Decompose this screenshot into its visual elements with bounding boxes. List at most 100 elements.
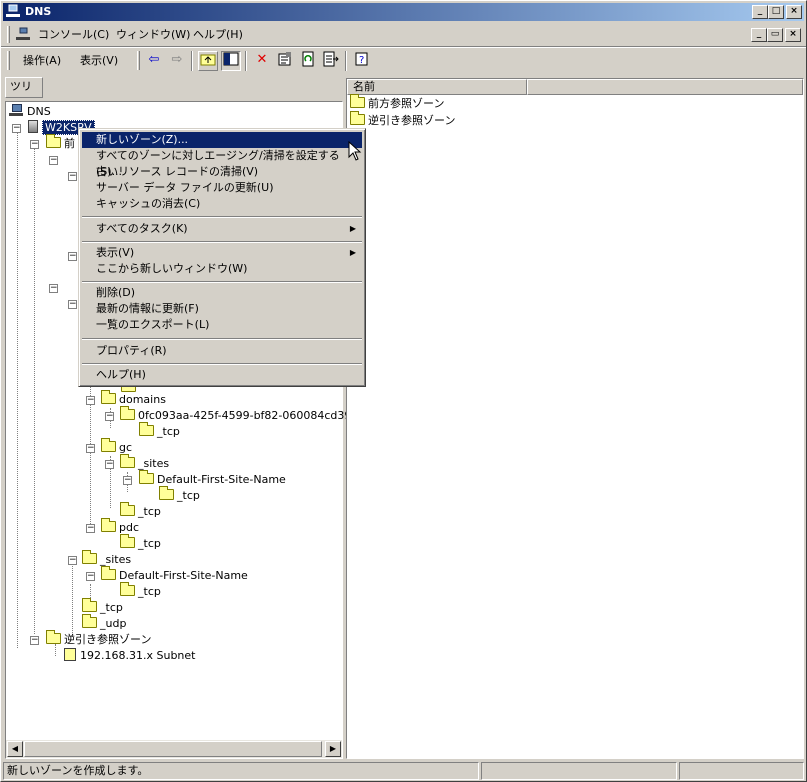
svg-text:?: ?: [359, 55, 364, 66]
help-icon[interactable]: ?: [352, 51, 372, 71]
collapse-toggle[interactable]: −: [123, 476, 132, 485]
scroll-thumb[interactable]: [24, 741, 322, 757]
maximize-button[interactable]: □: [768, 5, 784, 19]
title-bar[interactable]: DNS _ □ ×: [3, 3, 804, 21]
dns-window: DNS _ □ × コンソール(C) ウィンドウ(W) ヘルプ(H) _ ▭ ×…: [0, 0, 807, 782]
menu-window[interactable]: ウィンドウ(W): [116, 27, 190, 43]
tree-node-subnet[interactable]: 192.168.31.x Subnet: [64, 648, 195, 664]
collapse-toggle[interactable]: −: [86, 572, 95, 581]
collapse-toggle[interactable]: −: [30, 636, 39, 645]
tree-node-tcp[interactable]: _tcp: [139, 422, 180, 440]
tree-hscrollbar[interactable]: ◀ ▶: [6, 740, 342, 758]
toolbar-separator-3: [345, 51, 347, 71]
action-menu[interactable]: 操作(A): [23, 53, 61, 69]
menu-separator: [82, 363, 362, 365]
refresh-icon[interactable]: [298, 51, 318, 71]
show-tree-icon[interactable]: [221, 51, 241, 71]
collapse-toggle[interactable]: −: [105, 460, 114, 469]
list-item-forward-zones[interactable]: 前方参照ゾーン: [350, 94, 445, 112]
menu-item-scavenge[interactable]: 古いリソース レコードの清掃(V): [82, 164, 362, 180]
menu-console[interactable]: コンソール(C): [38, 27, 109, 43]
folder-icon: [120, 454, 135, 468]
properties-icon[interactable]: [275, 51, 295, 71]
menu-item-refresh[interactable]: 最新の情報に更新(F): [82, 301, 362, 317]
menu-item-help[interactable]: ヘルプ(H): [82, 367, 362, 383]
menu-item-export[interactable]: 一覧のエクスポート(L): [82, 317, 362, 333]
tree-node-gc-dfsn-tcp[interactable]: _tcp: [159, 486, 200, 504]
submenu-arrow-icon: ▶: [349, 224, 356, 233]
column-header-name[interactable]: 名前: [347, 79, 527, 95]
list-item-label: 前方参照ゾーン: [368, 97, 445, 110]
back-arrow-icon[interactable]: ⇦: [144, 51, 164, 71]
tree-node-dns[interactable]: DNS: [9, 104, 51, 120]
menu-item-delete[interactable]: 削除(D): [82, 285, 362, 301]
tree-label: pdc: [119, 521, 140, 534]
collapse-toggle[interactable]: −: [12, 124, 21, 133]
menubar-grip: [7, 26, 10, 43]
menu-item-new-window[interactable]: ここから新しいウィンドウ(W): [82, 261, 362, 277]
tree-label: _tcp: [138, 505, 161, 518]
mouse-cursor-icon: [348, 140, 362, 163]
toolbar-divider-highlight: [1, 47, 806, 48]
collapse-toggle[interactable]: −: [49, 284, 58, 293]
child-close-button[interactable]: ×: [785, 28, 801, 42]
tree-label: Default-First-Site-Name: [157, 473, 286, 486]
menu-item-new-zone[interactable]: 新しいゾーン(Z)...: [82, 132, 362, 148]
tree-label: _udp: [100, 617, 127, 630]
collapse-toggle[interactable]: −: [86, 524, 95, 533]
column-header-empty[interactable]: [527, 79, 803, 95]
child-minimize-button[interactable]: _: [751, 28, 767, 42]
status-pane-3: [679, 762, 804, 780]
menu-item-update-data[interactable]: サーバー データ ファイルの更新(U): [82, 180, 362, 196]
scroll-right-button[interactable]: ▶: [325, 741, 341, 757]
toolbar-separator-2: [245, 51, 247, 71]
menu-item-properties[interactable]: プロパティ(R): [82, 343, 362, 359]
export-list-icon[interactable]: [321, 51, 341, 71]
forward-arrow-icon[interactable]: ⇨: [167, 51, 187, 71]
zone-icon: [64, 648, 76, 661]
collapse-toggle[interactable]: −: [68, 252, 77, 261]
tree-node-domains[interactable]: domains: [101, 390, 166, 408]
list-item-label: 逆引き参照ゾーン: [368, 114, 456, 127]
collapse-toggle[interactable]: −: [68, 172, 77, 181]
menu-help[interactable]: ヘルプ(H): [193, 27, 243, 43]
up-folder-icon[interactable]: [198, 51, 218, 71]
tree-node-gc-tcp[interactable]: _tcp: [120, 502, 161, 520]
child-restore-button[interactable]: ▭: [767, 28, 783, 42]
collapse-toggle[interactable]: −: [86, 444, 95, 453]
tree-line: [34, 144, 35, 634]
tree-node-sites-dfsn-tcp[interactable]: _tcp: [120, 582, 161, 600]
tree-label: Default-First-Site-Name: [119, 569, 248, 582]
view-menu[interactable]: 表示(V): [80, 53, 118, 69]
close-button[interactable]: ×: [786, 5, 802, 19]
tree-node-udp[interactable]: _udp: [82, 614, 127, 632]
tree-node-guid[interactable]: 0fc093aa-425f-4599-bf82-060084cd39: [120, 406, 351, 424]
collapse-toggle[interactable]: −: [86, 396, 95, 405]
minimize-button[interactable]: _: [752, 5, 768, 19]
menu-item-all-tasks[interactable]: すべてのタスク(K) ▶: [82, 221, 362, 237]
scroll-left-button[interactable]: ◀: [7, 741, 23, 757]
tree-node-pdc-tcp[interactable]: _tcp: [120, 534, 161, 552]
menu-separator: [82, 281, 362, 283]
menu-item-clear-cache[interactable]: キャッシュの消去(C): [82, 196, 362, 212]
tree-node-forward-zones[interactable]: 前: [46, 134, 75, 152]
tree-node-reverse-zones[interactable]: 逆引き参照ゾーン: [46, 630, 151, 648]
tree-line: [17, 128, 18, 648]
window-title: DNS: [25, 5, 52, 18]
collapse-toggle[interactable]: −: [68, 556, 77, 565]
menu-separator: [82, 216, 362, 218]
context-menu: 新しいゾーン(Z)... すべてのゾーンに対しエージング/清掃を設定する(S).…: [78, 128, 366, 387]
folder-icon: [46, 630, 61, 644]
folder-icon: [101, 518, 116, 532]
collapse-toggle[interactable]: −: [49, 156, 58, 165]
menu-item-view[interactable]: 表示(V) ▶: [82, 245, 362, 261]
collapse-toggle[interactable]: −: [105, 412, 114, 421]
collapse-toggle[interactable]: −: [30, 140, 39, 149]
list-panel[interactable]: 名前 前方参照ゾーン 逆引き参照ゾーン: [346, 78, 804, 759]
collapse-toggle[interactable]: −: [68, 300, 77, 309]
delete-x-icon[interactable]: ✕: [252, 51, 272, 71]
menu-item-aging[interactable]: すべてのゾーンに対しエージング/清掃を設定する(S)...: [82, 148, 362, 178]
tree-tab[interactable]: ツリー: [5, 77, 43, 111]
folder-icon: [101, 438, 116, 452]
list-item-reverse-zones[interactable]: 逆引き参照ゾーン: [350, 111, 456, 129]
